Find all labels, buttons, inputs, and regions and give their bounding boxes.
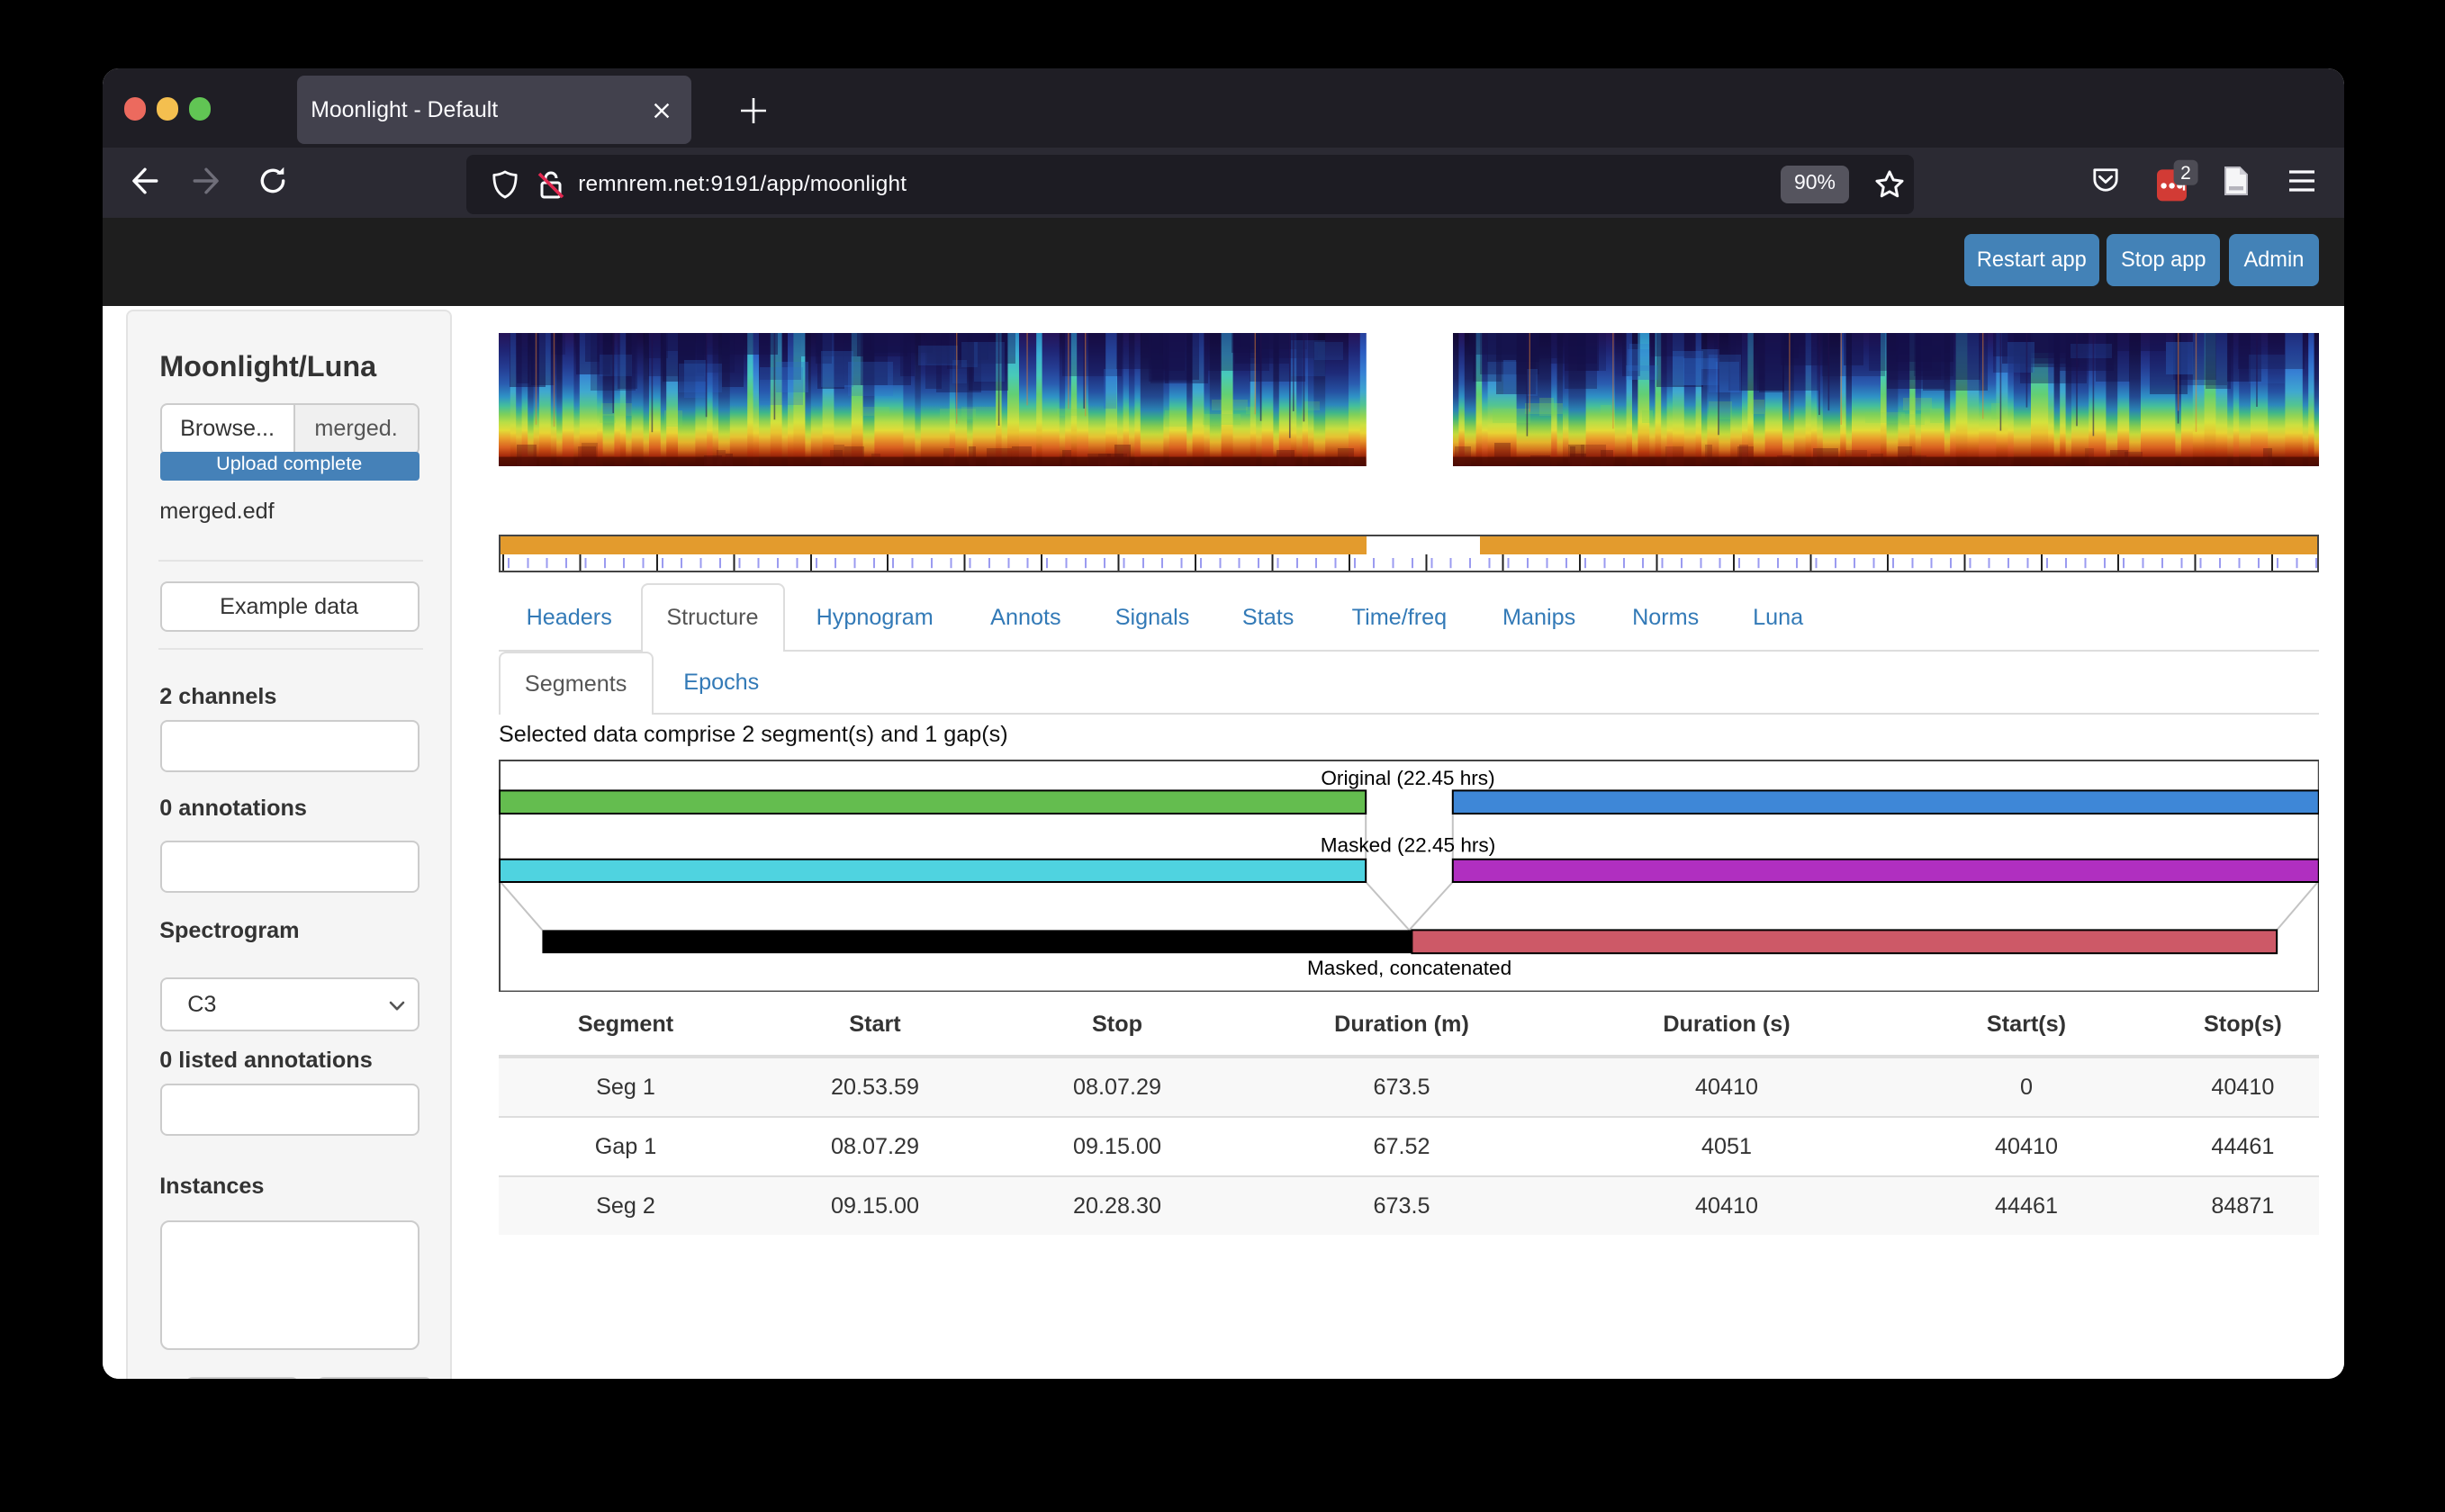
svg-text:2: 2 (2179, 163, 2190, 184)
svg-text:Original (22.45 hrs): Original (22.45 hrs) (1321, 766, 1494, 788)
svg-text:Masked (22.45 hrs): Masked (22.45 hrs) (1321, 833, 1496, 856)
svg-text:Masked, concatenated: Masked, concatenated (1307, 956, 1511, 978)
